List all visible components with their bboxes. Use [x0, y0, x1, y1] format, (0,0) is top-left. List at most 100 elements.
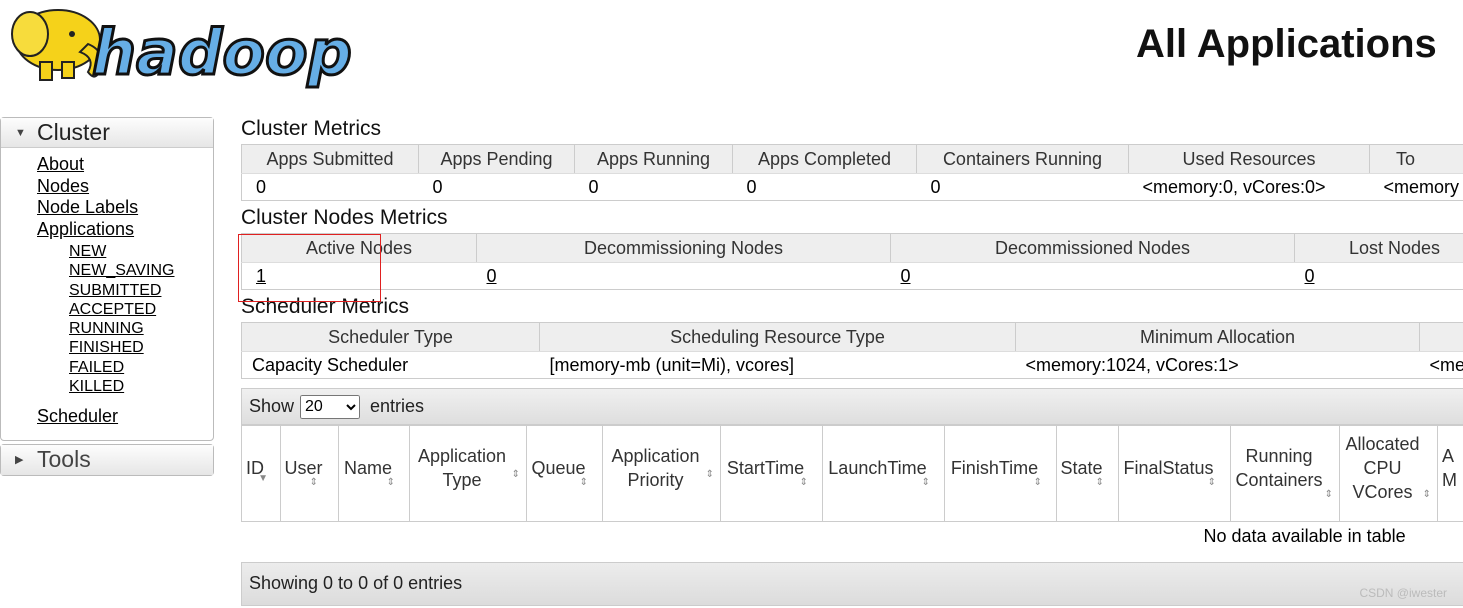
active-nodes-link[interactable]: 1 — [256, 266, 266, 286]
col-id[interactable]: ID ▼ — [241, 425, 281, 522]
nodes-metrics-table: Active Nodes Decommissioning Nodes Decom… — [241, 233, 1463, 290]
col-user[interactable]: User ⇕ — [280, 425, 339, 522]
col-name[interactable]: Name ⇕ — [338, 425, 410, 522]
scheduler-metrics-table: Scheduler Type Scheduling Resource Type … — [241, 322, 1463, 379]
col-allocated-memory[interactable]: A M — [1437, 425, 1463, 522]
watermark: CSDN @iwester — [1359, 586, 1447, 600]
triangle-down-icon: ▼ — [15, 126, 26, 139]
scheduling-resource-type-value: [memory-mb (unit=Mi), vcores] — [539, 351, 1016, 379]
nav-node-labels-link[interactable]: Node Labels — [37, 197, 213, 219]
col-launch-time[interactable]: LaunchTime ⇕ — [822, 425, 945, 522]
col-total-resources: To — [1369, 144, 1463, 174]
apps-length-toolbar: Show 20 entries — [241, 388, 1463, 425]
state-submitted-link[interactable]: SUBMITTED — [69, 281, 213, 300]
state-new-saving-link[interactable]: NEW_SAVING — [69, 261, 213, 280]
col-final-status[interactable]: FinalStatus ⇕ — [1118, 425, 1231, 522]
state-accepted-link[interactable]: ACCEPTED — [69, 300, 213, 319]
tools-panel: ▶ Tools — [0, 443, 214, 476]
nodes-metrics-title: Cluster Nodes Metrics — [241, 206, 448, 229]
col-apps-running: Apps Running — [574, 144, 733, 174]
sort-icon: ⇕ — [511, 469, 520, 480]
sort-icon: ⇕ — [579, 477, 588, 488]
containers-running-value: 0 — [916, 173, 1129, 201]
nav-scheduler-link[interactable]: Scheduler — [37, 406, 213, 428]
col-lost-nodes: Lost Nodes — [1294, 233, 1463, 263]
sort-desc-icon: ▼ — [258, 473, 268, 484]
col-minimum-allocation: Minimum Allocation — [1015, 322, 1420, 352]
col-scheduling-resource-type: Scheduling Resource Type — [539, 322, 1016, 352]
col-queue[interactable]: Queue ⇕ — [526, 425, 603, 522]
tools-panel-header[interactable]: ▶ Tools — [1, 444, 213, 475]
col-apps-submitted: Apps Submitted — [241, 144, 419, 174]
nav-applications-link[interactable]: Applications — [37, 219, 213, 241]
col-containers-running: Containers Running — [916, 144, 1129, 174]
nav-about-link[interactable]: About — [37, 154, 213, 176]
maximum-allocation-value: <me — [1419, 351, 1463, 379]
decommissioning-nodes-link[interactable]: 0 — [487, 266, 497, 286]
cluster-label: Cluster — [37, 119, 110, 145]
state-running-link[interactable]: RUNNING — [69, 319, 213, 338]
apps-submitted-value: 0 — [241, 173, 419, 201]
sidebar: ▼ Cluster About Nodes Node Labels Applic… — [0, 117, 214, 476]
svg-text:hadoop: hadoop — [92, 16, 352, 89]
state-finished-link[interactable]: FINISHED — [69, 338, 213, 357]
apps-running-value: 0 — [574, 173, 733, 201]
minimum-allocation-value: <memory:1024, vCores:1> — [1015, 351, 1420, 379]
show-label: Show — [249, 396, 295, 416]
sort-icon: ⇕ — [921, 477, 930, 488]
triangle-right-icon: ▶ — [15, 454, 24, 467]
sort-icon: ⇕ — [705, 469, 714, 480]
applications-table: ID ▼ User ⇕ Name ⇕ Application Type ⇕ Queue ⇕… — [241, 425, 1463, 552]
scheduler-type-value: Capacity Scheduler — [241, 351, 540, 379]
col-apps-completed: Apps Completed — [732, 144, 917, 174]
sort-icon: ⇕ — [1207, 477, 1216, 488]
page-title: All Applications — [1136, 22, 1437, 66]
sort-icon: ⇕ — [1324, 489, 1333, 500]
col-scheduler-type: Scheduler Type — [241, 322, 540, 352]
col-running-containers[interactable]: Running Containers ⇕ — [1230, 425, 1340, 522]
entries-label: entries — [370, 396, 425, 416]
cluster-panel-header[interactable]: ▼ Cluster — [1, 118, 213, 148]
sort-icon: ⇕ — [386, 477, 395, 488]
col-start-time[interactable]: StartTime ⇕ — [720, 425, 823, 522]
col-decommissioning-nodes: Decommissioning Nodes — [476, 233, 891, 263]
apps-pending-value: 0 — [418, 173, 575, 201]
app-state-links: NEW NEW_SAVING SUBMITTED ACCEPTED RUNNIN… — [37, 242, 213, 396]
sort-icon: ⇕ — [1422, 489, 1431, 500]
elephant-icon: hadoop — [11, 9, 353, 91]
entries-select[interactable]: 20 — [300, 394, 361, 419]
empty-table-message: No data available in table — [1203, 526, 1406, 547]
cluster-metrics-table: Apps Submitted Apps Pending Apps Running… — [241, 144, 1463, 201]
col-used-resources: Used Resources — [1128, 144, 1370, 174]
col-decommissioned-nodes: Decommissioned Nodes — [890, 233, 1295, 263]
main-content: Cluster Metrics Apps Submitted Apps Pend… — [241, 114, 1463, 606]
decommissioned-nodes-link[interactable]: 0 — [901, 266, 911, 286]
col-active-nodes: Active Nodes — [241, 233, 477, 263]
total-resources-value: <memory — [1369, 173, 1463, 201]
sort-icon: ⇕ — [799, 477, 808, 488]
state-failed-link[interactable]: FAILED — [69, 358, 213, 377]
col-application-type[interactable]: Application Type ⇕ — [409, 425, 527, 522]
cluster-metrics-title: Cluster Metrics — [241, 117, 382, 140]
apps-completed-value: 0 — [732, 173, 917, 201]
sort-icon: ⇕ — [1095, 477, 1104, 488]
lost-nodes-link[interactable]: 0 — [1305, 266, 1315, 286]
sort-icon: ⇕ — [309, 477, 318, 488]
hadoop-logo[interactable]: hadoop — [0, 0, 380, 91]
apps-info-footer: Showing 0 to 0 of 0 entries — [241, 561, 1463, 606]
used-resources-value: <memory:0, vCores:0> — [1128, 173, 1370, 201]
tools-label: Tools — [37, 446, 91, 473]
cluster-panel: ▼ Cluster About Nodes Node Labels Applic… — [0, 117, 214, 441]
sort-icon: ⇕ — [1033, 477, 1042, 488]
col-application-priority[interactable]: Application Priority ⇕ — [602, 425, 721, 522]
col-maximum-allocation — [1419, 322, 1463, 352]
col-allocated-cpu-vcores[interactable]: Allocated CPU VCores ⇕ — [1339, 425, 1438, 522]
col-state[interactable]: State ⇕ — [1056, 425, 1119, 522]
col-finish-time[interactable]: FinishTime ⇕ — [944, 425, 1057, 522]
col-apps-pending: Apps Pending — [418, 144, 575, 174]
scheduler-metrics-title: Scheduler Metrics — [241, 295, 410, 318]
entries-info: Showing 0 to 0 of 0 entries — [249, 573, 463, 593]
state-new-link[interactable]: NEW — [69, 242, 213, 261]
state-killed-link[interactable]: KILLED — [69, 377, 213, 396]
nav-nodes-link[interactable]: Nodes — [37, 176, 213, 198]
